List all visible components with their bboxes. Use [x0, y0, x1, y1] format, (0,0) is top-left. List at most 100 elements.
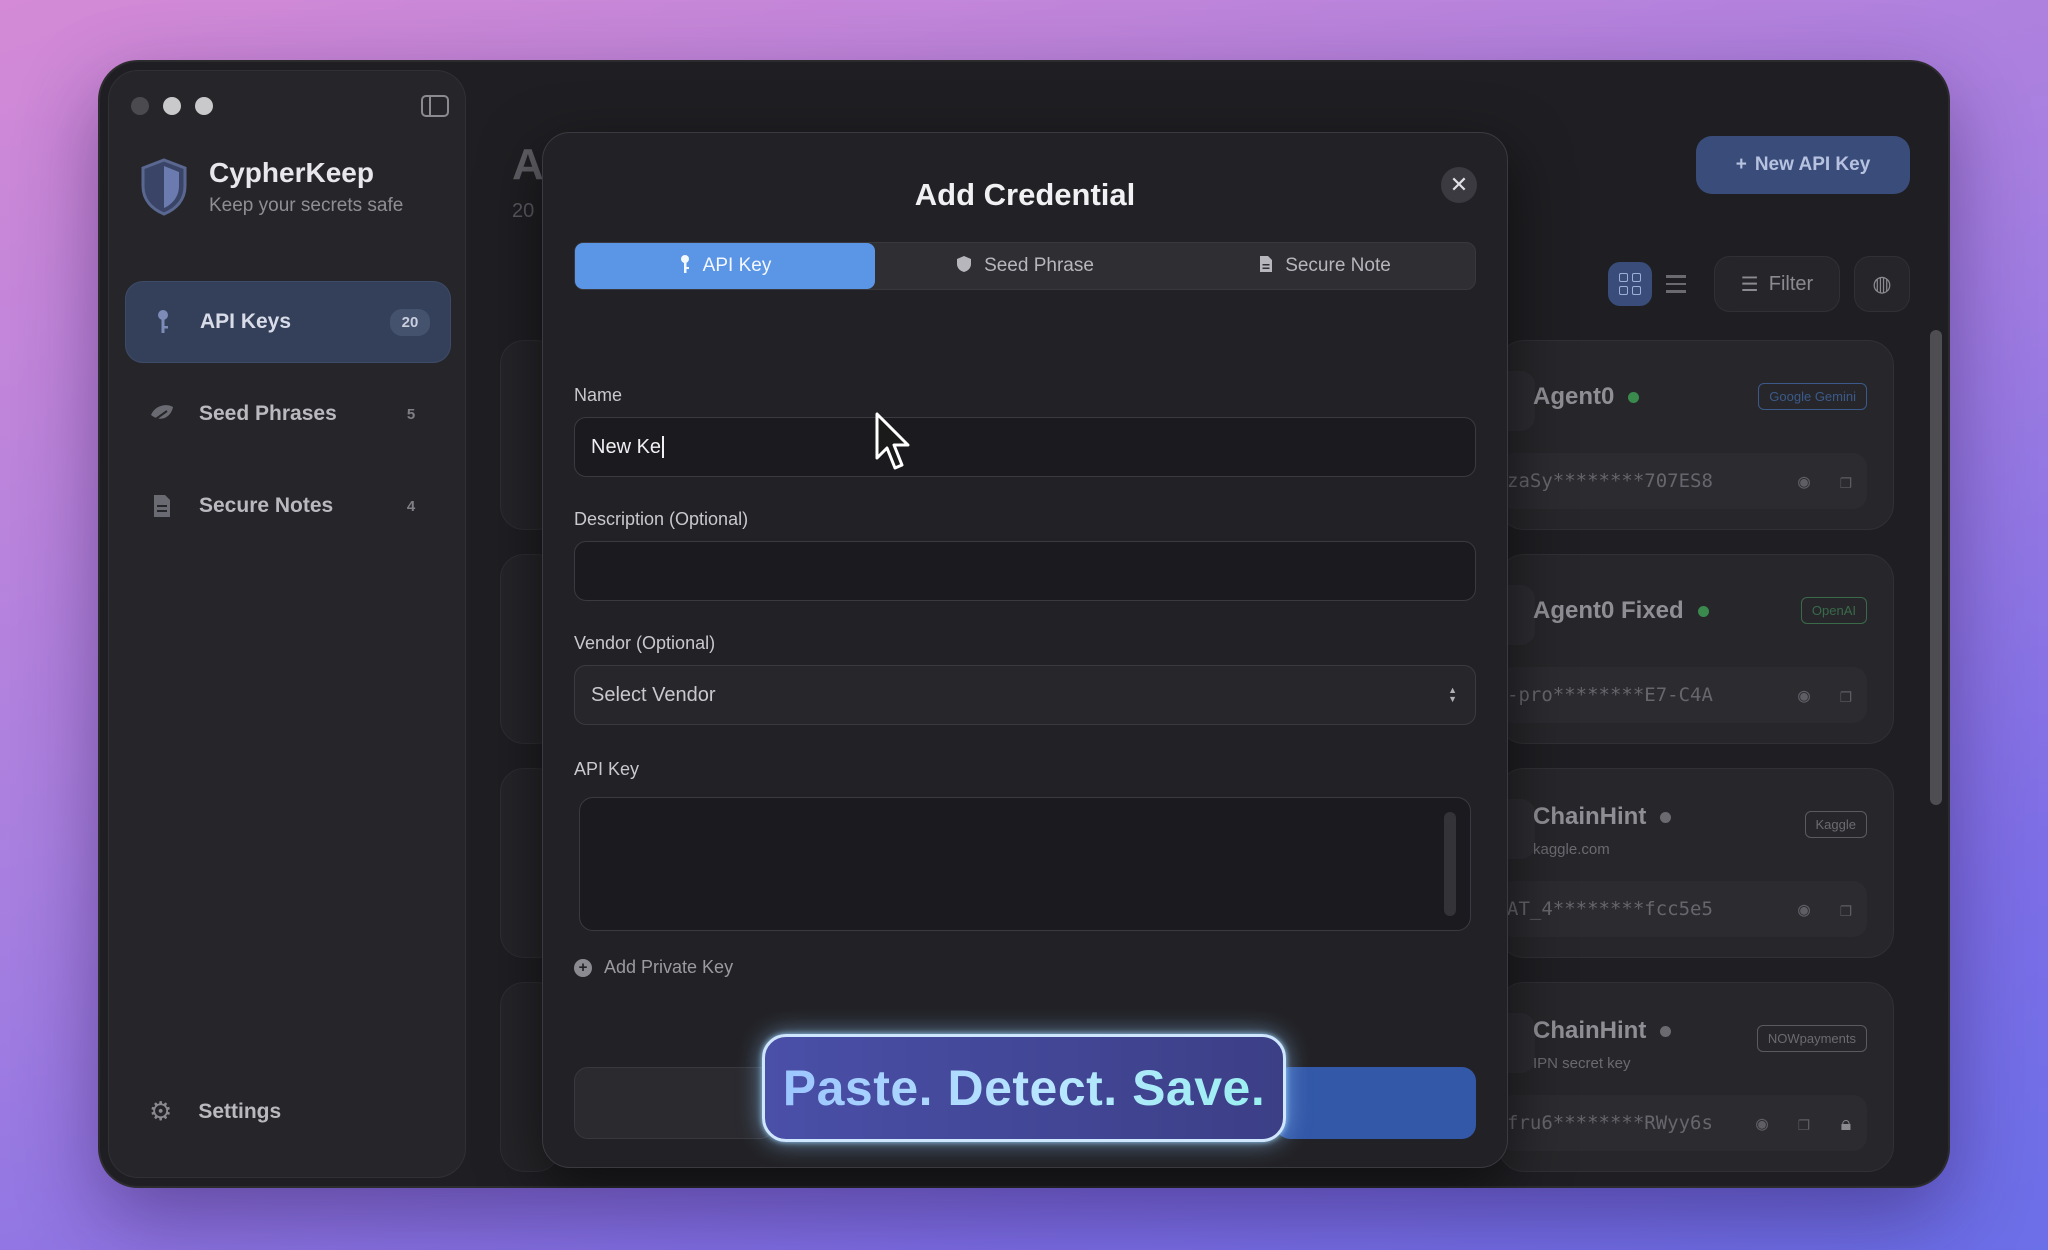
sidebar-item-seed-phrases[interactable]: Seed Phrases 5: [125, 373, 451, 455]
cancel-button[interactable]: [574, 1067, 774, 1139]
card-title: ChainHint: [1533, 803, 1672, 831]
sidebar-item-api-keys[interactable]: API Keys 20: [125, 281, 451, 363]
minimize-window-button[interactable]: [163, 97, 181, 115]
copy-icon[interactable]: ❐: [1825, 469, 1867, 493]
masked-key-row: AT_4********fcc5e5 ◉ ❐: [1499, 881, 1867, 937]
leaf-icon: [149, 401, 175, 427]
list-icon: [1666, 282, 1686, 286]
list-icon: [1666, 290, 1686, 293]
plus-circle-icon: +: [574, 958, 592, 977]
status-dot: [1628, 391, 1640, 403]
grid-icon: [1632, 286, 1641, 295]
sidebar-toggle-icon[interactable]: [421, 95, 449, 117]
status-dot: [1660, 1025, 1672, 1037]
page-subtitle: 20: [512, 200, 535, 222]
text-caret: [662, 436, 665, 458]
brand-title: CypherKeep: [209, 157, 374, 188]
brand-subtitle: Keep your secrets safe: [209, 195, 404, 216]
count-badge: 5: [406, 405, 416, 423]
main-scrollbar[interactable]: [1930, 330, 1942, 805]
credential-card[interactable]: ChainHint IPN secret key NOWpayments fru…: [1487, 982, 1894, 1172]
add-private-key-button[interactable]: + Add Private Key: [574, 957, 733, 978]
card-name: Agent0 Fixed: [1533, 597, 1684, 624]
vendor-label: Vendor (Optional): [574, 633, 716, 653]
credential-card[interactable]: Agent0 Google Gemini zaSy********707ES8 …: [1487, 340, 1894, 530]
masked-key-row: zaSy********707ES8 ◉ ❐: [1499, 453, 1867, 509]
credential-type-tabs: API Key Seed Phrase Secure Note: [574, 242, 1476, 290]
gear-icon: ⚙: [149, 1096, 173, 1126]
card-title: Agent0: [1533, 383, 1640, 411]
sidebar: CypherKeep Keep your secrets safe API Ke…: [108, 70, 466, 1178]
card-name: ChainHint: [1533, 1017, 1647, 1044]
status-dot: [1697, 605, 1709, 617]
vendor-select[interactable]: Select Vendor ▲ ▼: [574, 665, 1476, 725]
api-key-label: API Key: [574, 759, 640, 779]
name-label: Name: [574, 385, 623, 405]
masked-key: zaSy********707ES8: [1507, 470, 1713, 492]
credential-card[interactable]: Agent0 Fixed OpenAI -pro********E7-C4A ◉…: [1487, 554, 1894, 744]
masked-key-row: -pro********E7-C4A ◉ ❐: [1499, 667, 1867, 723]
card-title: Agent0 Fixed: [1533, 597, 1709, 625]
card-name: ChainHint: [1533, 803, 1647, 830]
new-api-key-button[interactable]: + New API Key: [1696, 136, 1910, 194]
tab-label: Seed Phrase: [984, 255, 1094, 276]
filter-label: Filter: [1768, 272, 1814, 295]
save-button[interactable]: [1276, 1067, 1476, 1139]
name-input[interactable]: New Ke: [574, 417, 1476, 477]
close-window-button[interactable]: [131, 97, 149, 115]
tab-seed-phrase[interactable]: Seed Phrase: [875, 243, 1175, 289]
grid-view-button[interactable]: [1608, 262, 1652, 306]
vendor-badge: NOWpayments: [1756, 1025, 1867, 1052]
list-view-button[interactable]: [1656, 262, 1700, 306]
chevron-updown-icon: ▲ ▼: [1448, 685, 1457, 704]
dialog-title: Add Credential: [914, 177, 1136, 212]
sidebar-nav: API Keys 20 Seed Phrases 5 Secure Notes …: [125, 281, 451, 557]
filter-icon: ☰: [1740, 273, 1759, 296]
tab-secure-note[interactable]: Secure Note: [1175, 243, 1475, 289]
copy-icon[interactable]: ❐: [1783, 1111, 1825, 1135]
globe-button[interactable]: ◍: [1854, 256, 1910, 312]
card-subtitle: kaggle.com: [1533, 841, 1610, 858]
page-title: A: [512, 140, 544, 189]
add-credential-dialog: Add Credential ✕ API Key Seed Phrase Sec…: [542, 132, 1508, 1168]
filter-button[interactable]: ☰ Filter: [1714, 256, 1840, 312]
copy-icon[interactable]: ❐: [1825, 897, 1867, 921]
credential-card[interactable]: ChainHint kaggle.com Kaggle AT_4********…: [1487, 768, 1894, 958]
sidebar-item-label: Seed Phrases: [199, 402, 337, 425]
textarea-scrollbar[interactable]: [1444, 812, 1456, 916]
status-dot: [1660, 811, 1672, 823]
app-window: CypherKeep Keep your secrets safe API Ke…: [98, 60, 1950, 1188]
vendor-badge: Kaggle: [1804, 811, 1867, 838]
eye-icon[interactable]: ◉: [1783, 683, 1825, 707]
api-key-textarea[interactable]: [579, 797, 1471, 931]
add-private-key-label: Add Private Key: [604, 957, 734, 977]
close-dialog-button[interactable]: ✕: [1441, 167, 1477, 203]
plus-icon: +: [1735, 154, 1747, 175]
sidebar-item-settings[interactable]: ⚙ Settings: [149, 1096, 281, 1127]
new-api-key-label: New API Key: [1754, 154, 1871, 175]
count-badge: 4: [406, 497, 416, 515]
globe-icon: ◍: [1872, 271, 1892, 296]
card-subtitle: IPN secret key: [1533, 1055, 1631, 1072]
shield-logo-icon: [141, 158, 187, 216]
grid-icon: [1619, 286, 1628, 295]
copy-icon[interactable]: ❐: [1825, 683, 1867, 707]
lock-icon[interactable]: 🔒︎: [1825, 1111, 1867, 1135]
eye-icon[interactable]: ◉: [1741, 1111, 1783, 1135]
list-icon: [1666, 275, 1686, 278]
eye-icon[interactable]: ◉: [1783, 469, 1825, 493]
eye-icon[interactable]: ◉: [1783, 897, 1825, 921]
sidebar-item-label: API Keys: [200, 310, 292, 333]
tab-api-key[interactable]: API Key: [575, 243, 875, 289]
key-icon: [679, 254, 691, 279]
maximize-window-button[interactable]: [195, 97, 213, 115]
sidebar-item-secure-notes[interactable]: Secure Notes 4: [125, 465, 451, 547]
key-icon: [150, 309, 176, 335]
brand: CypherKeep Keep your secrets safe: [139, 157, 403, 217]
count-badge: 20: [390, 308, 430, 336]
description-input[interactable]: [574, 541, 1476, 601]
masked-key: -pro********E7-C4A: [1507, 684, 1713, 706]
promo-text: Paste. Detect. Save.: [782, 1060, 1266, 1116]
document-icon: [1259, 255, 1273, 278]
masked-key: AT_4********fcc5e5: [1507, 898, 1713, 920]
